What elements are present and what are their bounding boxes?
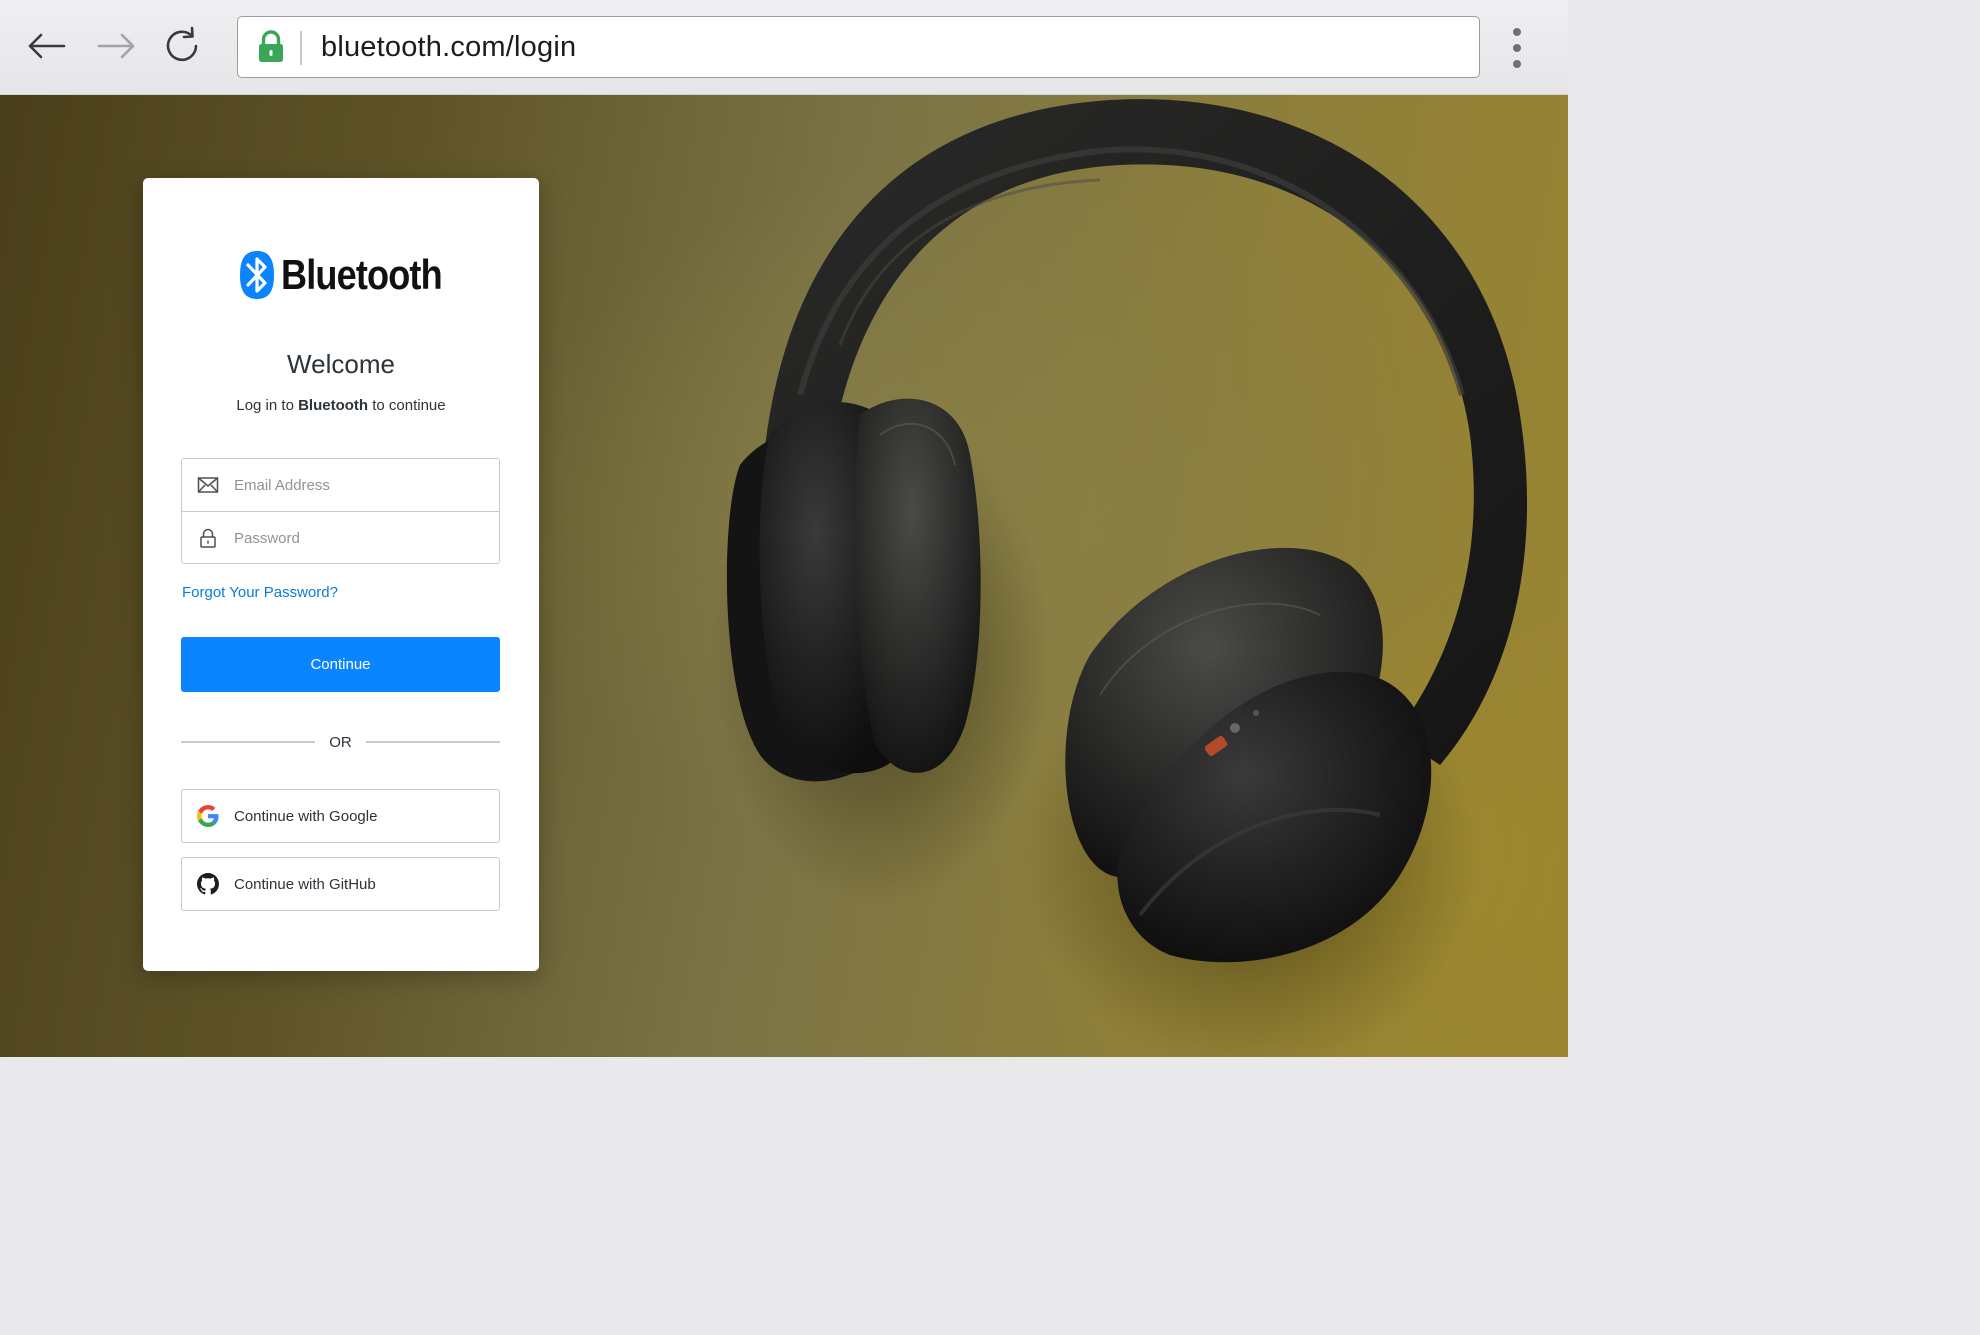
credentials-field-group [181,458,500,564]
subtitle-brand: Bluetooth [298,397,369,414]
arrow-left-icon [28,33,66,59]
bluetooth-logo-icon [239,251,274,299]
continue-with-github-button[interactable]: Continue with GitHub [181,857,500,911]
github-logo-icon [197,873,219,895]
welcome-heading: Welcome [287,349,395,379]
forgot-password-link[interactable]: Forgot Your Password? [182,584,338,601]
login-subtitle: Log in to Bluetooth to continue [143,397,539,414]
email-input[interactable] [234,476,474,494]
google-logo-icon [197,805,219,827]
reload-icon [166,26,198,62]
login-card: Bluetooth Welcome Log in to Bluetooth to… [143,178,539,971]
password-field [182,511,499,564]
envelope-icon [197,477,219,493]
or-divider: OR [181,732,500,752]
forward-button[interactable] [93,22,141,70]
brand-name: Bluetooth [280,251,443,298]
brand-logo: Bluetooth [143,250,539,300]
kebab-menu-icon[interactable] [1500,24,1534,72]
back-button[interactable] [22,22,70,70]
divider-line-left [181,741,316,743]
reload-button[interactable] [159,22,207,70]
continue-button[interactable]: Continue [181,637,500,692]
continue-with-google-button[interactable]: Continue with Google [181,789,500,843]
address-bar[interactable]: bluetooth.com/login [237,16,1480,78]
email-field [182,459,499,511]
lock-icon [256,29,286,65]
arrow-right-icon [97,33,135,59]
or-label: OR [329,733,352,751]
password-input[interactable] [234,529,474,547]
browser-toolbar: bluetooth.com/login [0,0,1568,95]
subtitle-suffix: to continue [368,397,446,414]
address-divider [300,31,302,65]
google-button-label: Continue with Google [234,807,378,825]
padlock-icon [200,528,216,548]
page-viewport: Bluetooth Welcome Log in to Bluetooth to… [0,95,1568,1057]
divider-line-right [365,741,500,743]
subtitle-prefix: Log in to [236,397,299,414]
url-text[interactable]: bluetooth.com/login [321,29,576,65]
github-button-label: Continue with GitHub [234,875,376,893]
